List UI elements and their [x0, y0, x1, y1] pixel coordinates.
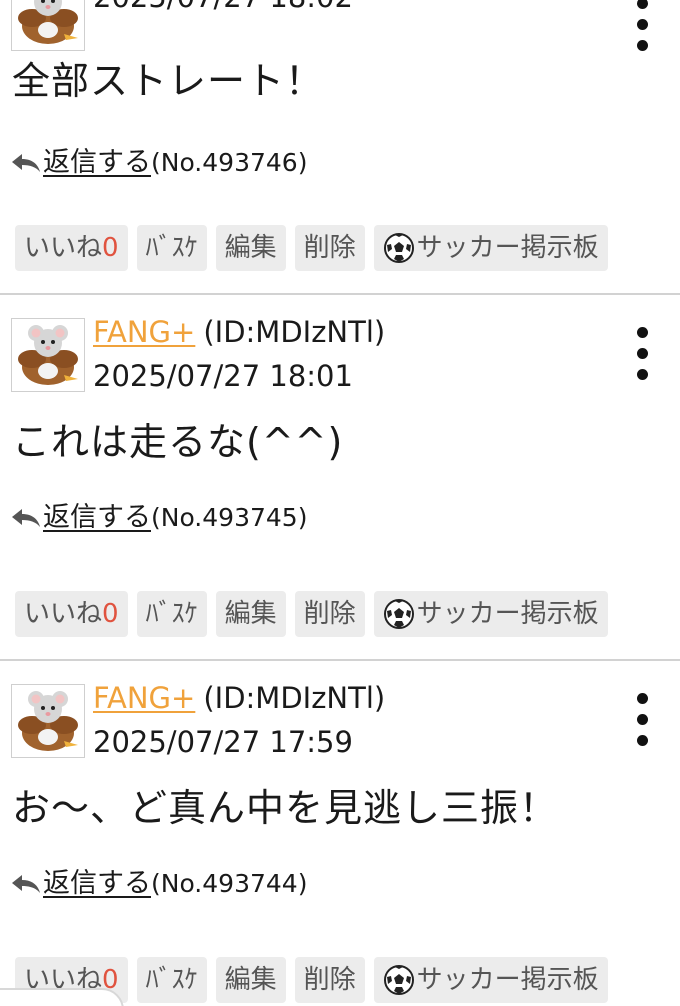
category-button[interactable]: サッカー掲示板: [373, 591, 608, 637]
soccer-ball-icon: [383, 233, 414, 263]
kebab-menu-icon[interactable]: [628, 693, 656, 749]
post-item: FANG+ (ID:MDIzNTl) 2025/07/27 18:01 これは走る…: [0, 295, 680, 661]
like-count: 0: [102, 599, 119, 629]
post-body: お〜、ど真ん中を見逃し三振！: [12, 786, 559, 830]
like-label: いいね: [24, 233, 103, 263]
owl-mouse-avatar-icon[interactable]: [11, 318, 85, 392]
post-body: 全部ストレート！: [12, 59, 325, 103]
edit-button[interactable]: 編集: [215, 591, 286, 637]
floating-tab-widget[interactable]: [0, 988, 124, 1006]
like-label: いいね: [24, 599, 103, 629]
delete-button[interactable]: 削除: [294, 957, 365, 1003]
like-button[interactable]: いいね 0: [15, 225, 128, 271]
reply-arrow-icon: [12, 154, 40, 172]
user-id: (ID:MDIzNTl): [203, 681, 386, 715]
reply-link[interactable]: 返信する: [43, 501, 151, 535]
reply-arrow-icon: [12, 875, 40, 893]
reply-line: 返信する (No.493746): [10, 146, 307, 180]
post-feed: 2025/07/27 18:02 全部ストレート！ 返信する(No.493746…: [0, 0, 680, 1006]
soccer-ball-icon: [383, 599, 414, 629]
username-link[interactable]: FANG+: [93, 315, 195, 349]
reply-link[interactable]: 返信する: [43, 146, 151, 180]
action-row: いいね 0 ﾊﾞｽｹ 編集 削除 サッカー掲示板: [15, 591, 608, 637]
kebab-menu-icon[interactable]: [628, 327, 656, 383]
like-count: 0: [102, 233, 119, 263]
post-timestamp: 2025/07/27 18:01: [93, 359, 353, 393]
soccer-ball-icon: [383, 965, 414, 995]
category-button[interactable]: サッカー掲示板: [373, 225, 608, 271]
reply-arrow-icon: [12, 509, 40, 527]
basuke-button[interactable]: ﾊﾞｽｹ: [136, 957, 207, 1003]
delete-button[interactable]: 削除: [294, 225, 365, 271]
edit-button[interactable]: 編集: [215, 225, 286, 271]
username-link[interactable]: FANG+: [93, 681, 195, 715]
category-label: サッカー掲示板: [416, 233, 599, 263]
post-author-line: FANG+ (ID:MDIzNTl): [93, 315, 385, 349]
reply-line: 返信する (No.493744): [10, 867, 307, 901]
category-label: サッカー掲示板: [416, 965, 599, 995]
delete-button[interactable]: 削除: [294, 591, 365, 637]
post-number: (No.493746): [151, 148, 308, 177]
owl-mouse-avatar-icon[interactable]: [11, 684, 85, 758]
basuke-button[interactable]: ﾊﾞｽｹ: [136, 225, 207, 271]
reply-link[interactable]: 返信する: [43, 867, 151, 901]
like-button[interactable]: いいね 0: [15, 591, 128, 637]
reply-line: 返信する (No.493745): [10, 501, 307, 535]
category-label: サッカー掲示板: [416, 599, 599, 629]
post-timestamp: 2025/07/27 17:59: [93, 725, 353, 759]
post-number: (No.493745): [151, 503, 308, 532]
edit-button[interactable]: 編集: [215, 957, 286, 1003]
post-item: FANG+ (ID:MDIzNTl) 2025/07/27 17:59 お〜、ど真…: [0, 661, 680, 1006]
action-row: いいね 0 ﾊﾞｽｹ 編集 削除 サッカー掲示板: [15, 225, 608, 271]
basuke-button[interactable]: ﾊﾞｽｹ: [136, 591, 207, 637]
post-number: (No.493744): [151, 869, 308, 898]
post-author-line: FANG+ (ID:MDIzNTl): [93, 681, 385, 715]
category-button[interactable]: サッカー掲示板: [373, 957, 608, 1003]
post-body: これは走るな(^^): [12, 420, 344, 464]
user-id: (ID:MDIzNTl): [203, 315, 386, 349]
